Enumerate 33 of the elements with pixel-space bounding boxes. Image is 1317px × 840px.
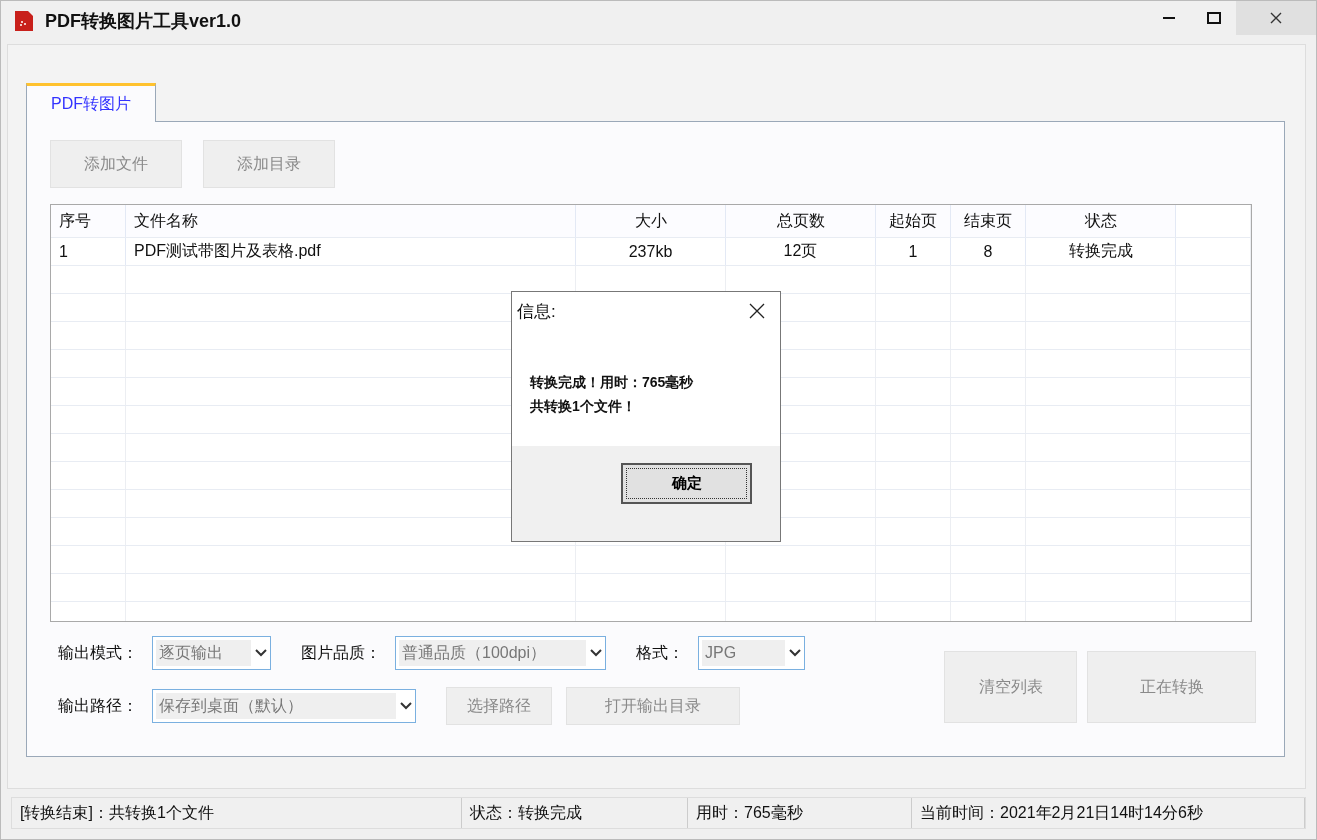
ok-button[interactable]: 确定 (621, 463, 752, 504)
close-icon (1270, 12, 1282, 24)
window-title: PDF转换图片工具ver1.0 (45, 10, 242, 33)
status-text: 用时：765毫秒 (688, 798, 912, 828)
maximize-icon (1206, 12, 1221, 24)
dialog-message: 转换完成！用时：765毫秒 (530, 374, 695, 392)
dropdown[interactable]: 逐页输出 (152, 636, 271, 670)
dialog-title: 信息: (517, 300, 556, 323)
dropdown[interactable]: 普通品质（100dpi） (395, 636, 606, 670)
chevron-down-icon (789, 649, 801, 657)
path-button[interactable]: 选择路径 (446, 687, 552, 725)
tab[interactable]: PDF转图片 (26, 83, 156, 122)
action-button[interactable]: 清空列表 (944, 651, 1077, 723)
action-button[interactable]: 正在转换 (1087, 651, 1256, 723)
dropdown[interactable]: 保存到桌面（默认） (152, 689, 416, 723)
close-icon (749, 303, 765, 319)
toolbar-button[interactable]: 添加目录 (203, 140, 335, 188)
field-label: 格式： (636, 642, 684, 663)
status-text: 当前时间：2021年2月21日14时14分6秒 (912, 798, 1305, 828)
chevron-down-icon (255, 649, 267, 657)
path-button[interactable]: 打开输出目录 (566, 687, 740, 725)
field-label: 图片品质： (301, 642, 381, 663)
minimize-icon (1162, 17, 1175, 19)
status-text: 状态：转换完成 (462, 798, 688, 828)
chevron-down-icon (590, 649, 602, 657)
toolbar-button[interactable]: 添加文件 (50, 140, 182, 188)
field-label: 输出模式： (58, 642, 138, 663)
dialog-message: 共转换1个文件！ (530, 398, 637, 416)
field-label: 输出路径： (58, 695, 138, 716)
pdf-file-icon (13, 9, 35, 33)
status-text: [转换结束]：共转换1个文件 (12, 798, 462, 828)
dropdown[interactable]: JPG (698, 636, 805, 670)
chevron-down-icon (400, 702, 412, 710)
